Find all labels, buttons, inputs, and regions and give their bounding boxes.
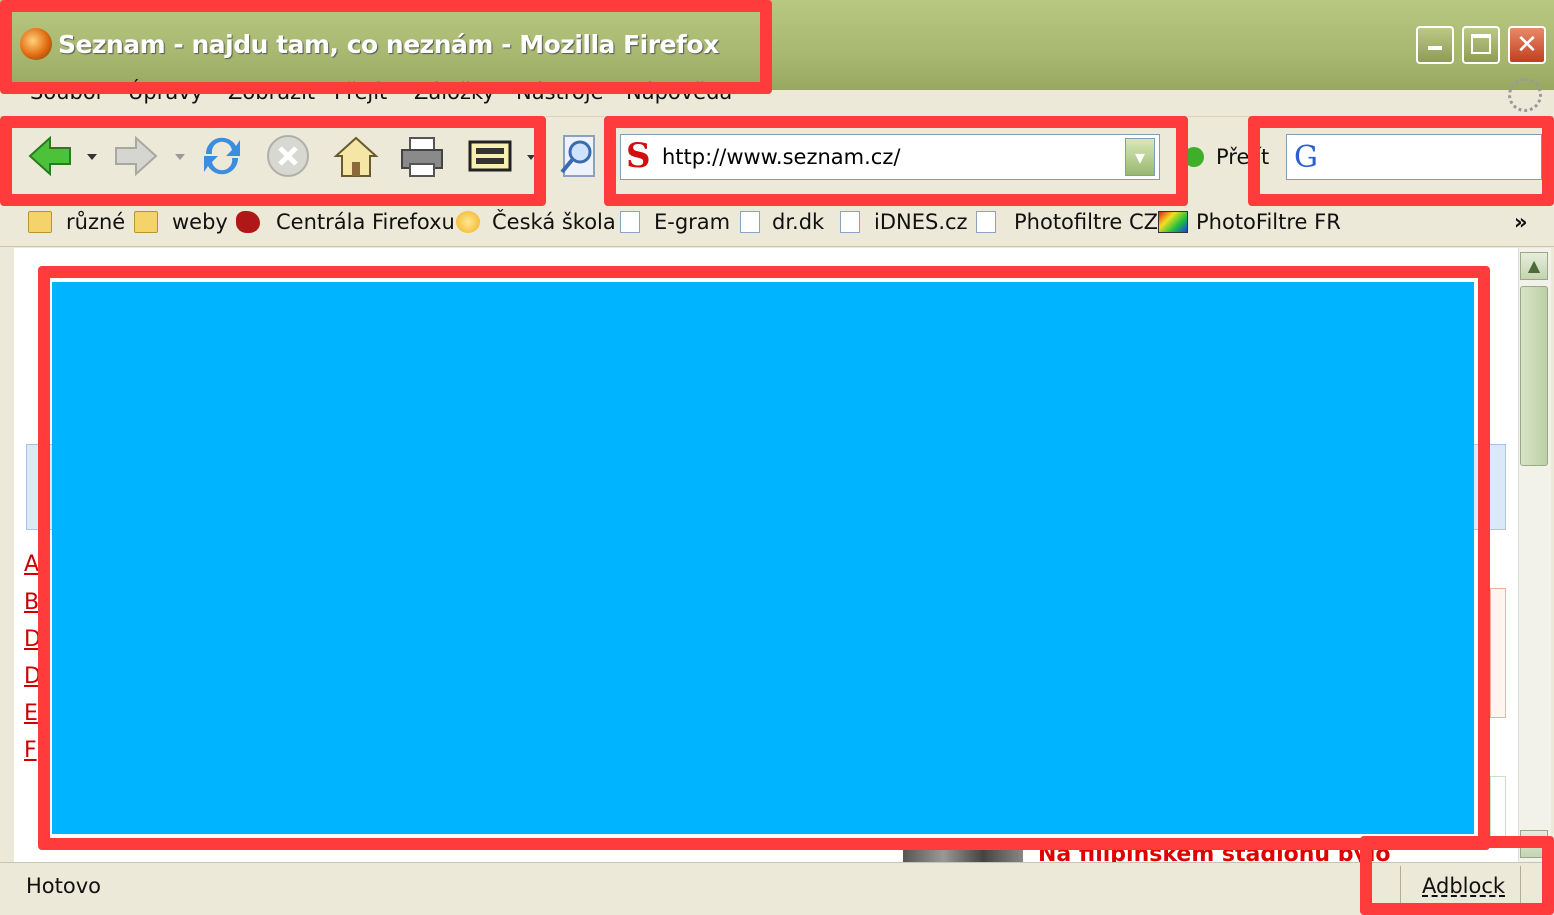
- content-box: [1490, 776, 1506, 846]
- status-divider: [1400, 866, 1401, 910]
- menu-prejit[interactable]: Přejít: [334, 80, 387, 104]
- page-icon: [840, 211, 860, 233]
- bookmark-weby[interactable]: weby: [172, 210, 228, 234]
- status-text: Hotovo: [26, 874, 101, 898]
- folder-icon: [28, 211, 52, 233]
- forward-dropdown-icon[interactable]: [172, 150, 188, 164]
- bookmark-e-gram[interactable]: E-gram: [654, 210, 730, 234]
- close-button[interactable]: ✕: [1508, 26, 1546, 64]
- folder-icon: [134, 211, 158, 233]
- menu-napoveda[interactable]: Nápověda: [626, 80, 732, 104]
- side-link[interactable]: B: [24, 590, 39, 615]
- bookmark-photofiltre-fr[interactable]: PhotoFiltre FR: [1196, 210, 1341, 234]
- menu-zobrazit[interactable]: Zobrazit: [228, 80, 315, 104]
- scroll-down-button[interactable]: [1520, 830, 1548, 858]
- firefox-icon: [20, 28, 52, 60]
- seznam-favicon: S: [626, 136, 651, 176]
- bookmark-centrala-firefoxu[interactable]: Centrála Firefoxu: [276, 210, 455, 234]
- bookmark-dr-dk[interactable]: dr.dk: [772, 210, 824, 234]
- reload-icon[interactable]: [198, 132, 246, 180]
- bulb-icon: [456, 211, 480, 233]
- throbber-icon: [1508, 78, 1542, 112]
- scroll-up-button[interactable]: ▲: [1520, 252, 1548, 280]
- side-link[interactable]: D: [24, 664, 41, 689]
- url-text[interactable]: http://www.seznam.cz/: [662, 145, 900, 169]
- scroll-thumb[interactable]: [1520, 286, 1548, 466]
- status-bar: [0, 862, 1554, 915]
- magnifier-icon[interactable]: [554, 132, 602, 180]
- redacted-region: [52, 282, 1474, 834]
- go-icon[interactable]: [1184, 147, 1204, 167]
- home-icon[interactable]: [332, 132, 380, 180]
- side-link[interactable]: F: [24, 738, 37, 763]
- forward-arrow-icon[interactable]: [112, 132, 160, 180]
- back-dropdown-icon[interactable]: [84, 150, 100, 164]
- search-input[interactable]: [1286, 134, 1542, 180]
- window-title: Seznam - najdu tam, co neznám - Mozilla …: [58, 30, 719, 59]
- side-link[interactable]: E: [24, 701, 38, 726]
- back-arrow-icon[interactable]: [26, 132, 74, 180]
- side-link[interactable]: D: [24, 627, 41, 652]
- firefox-bug-icon: [236, 211, 260, 233]
- go-button-label[interactable]: Přejít: [1216, 145, 1269, 169]
- adblock-button[interactable]: Adblock: [1422, 874, 1505, 898]
- menu-nastroje[interactable]: Nástroje: [516, 80, 604, 104]
- page-icon: [620, 211, 640, 233]
- bookmark-photofiltre-cz[interactable]: Photofiltre CZ: [1014, 210, 1158, 234]
- bookmark-ceska-skola[interactable]: Česká škola: [492, 210, 616, 234]
- menu-soubor[interactable]: Soubor: [30, 80, 104, 104]
- menu-upravy[interactable]: Úpravy: [128, 80, 203, 104]
- page-icon: [976, 211, 996, 233]
- page-icon: [740, 211, 760, 233]
- google-icon[interactable]: G: [1294, 140, 1318, 175]
- menu-zalozky[interactable]: Záložky: [414, 80, 495, 104]
- minimize-button[interactable]: [1416, 26, 1454, 64]
- stop-icon[interactable]: [264, 132, 312, 180]
- side-link[interactable]: A: [24, 552, 39, 577]
- toolbar-dropdown-icon[interactable]: [526, 150, 536, 164]
- content-box: [1490, 588, 1506, 718]
- screenshot-icon[interactable]: [466, 132, 514, 180]
- url-dropdown-button[interactable]: ▾: [1125, 138, 1155, 176]
- print-icon[interactable]: [398, 132, 446, 180]
- status-divider: [1520, 866, 1521, 910]
- maximize-button[interactable]: [1462, 26, 1500, 64]
- bookmarks-overflow-button[interactable]: »: [1514, 210, 1528, 234]
- photofiltre-icon: [1158, 211, 1188, 233]
- bookmark-idnes[interactable]: iDNES.cz: [874, 210, 968, 234]
- bookmark-ruzne[interactable]: různé: [66, 210, 125, 234]
